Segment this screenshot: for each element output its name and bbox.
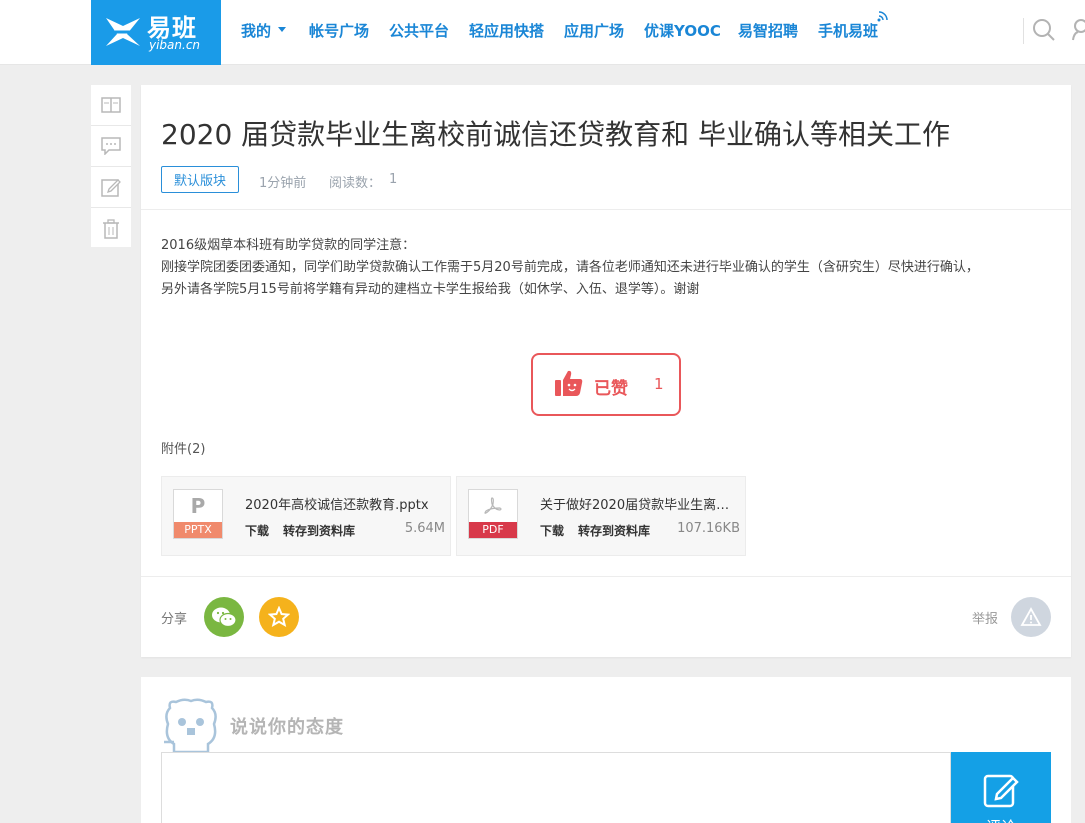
- signal-icon: [877, 11, 888, 22]
- divider: [141, 209, 1071, 210]
- comment-submit-button[interactable]: 评论: [951, 752, 1051, 823]
- file-size: 5.64M: [404, 521, 445, 536]
- search-icon[interactable]: [1032, 18, 1056, 42]
- article-card: 2020 届贷款毕业生离校前诚信还贷教育和 毕业确认等相关工作 默认版块 1分钟…: [141, 85, 1071, 657]
- star-icon: [268, 606, 290, 628]
- share-label: 分享: [161, 612, 188, 627]
- read-count-label: 阅读数：: [329, 176, 382, 191]
- nav-item-light-app[interactable]: 轻应用快搭: [469, 20, 544, 41]
- nav-item-yooc[interactable]: 优课YOOC: [644, 20, 721, 41]
- header-divider: [1023, 18, 1024, 44]
- nav-item-mobile-yiban[interactable]: 手机易班: [818, 20, 878, 41]
- like-button[interactable]: 已赞 1: [531, 353, 681, 416]
- attachments-label: 附件(2): [161, 442, 206, 457]
- comment-tool-button[interactable]: [91, 126, 131, 167]
- pdf-file-icon: PDF: [468, 489, 518, 539]
- trash-icon: [103, 218, 119, 239]
- divider: [141, 576, 1071, 577]
- logo-subtext: yiban.cn: [149, 38, 201, 52]
- like-label: 已赞: [594, 379, 628, 399]
- attachment-item: P PPTX 2020年高校诚信还款教育.pptx 下载 转存到资料库 5.64…: [161, 476, 451, 556]
- body-line: 2016级烟草本科班有助学贷款的同学注意：: [161, 238, 416, 253]
- article-title: 2020 届贷款毕业生离校前诚信还贷教育和 毕业确认等相关工作: [161, 118, 951, 151]
- report-label[interactable]: 举报: [972, 608, 998, 627]
- chevron-down-icon[interactable]: [278, 27, 286, 32]
- body-line: 另外请各学院5月15号前将学籍有异动的建档立卡学生报给我（如休学、入伍、退学等）…: [161, 282, 700, 297]
- body-line: 刚接学院团委团委通知，同学们助学贷款确认工作需于5月20号前完成，请各位老师通知…: [161, 260, 979, 275]
- nav-item-recruit[interactable]: 易智招聘: [738, 20, 798, 41]
- top-navigation-bar: 易班 yiban.cn 我的 帐号广场 公共平台 轻应用快搭 应用广场 优课YO…: [0, 0, 1085, 65]
- attachment-item: PDF 关于做好2020届贷款毕业生离校前诚信还贷教育和毕业确认等相关工作.pd…: [456, 476, 746, 556]
- download-link[interactable]: 下载: [245, 522, 269, 539]
- yiban-logo-icon: [106, 18, 140, 46]
- comment-card: 说说你的态度 评论: [141, 677, 1071, 823]
- comment-icon: [101, 137, 121, 155]
- read-count: 1: [389, 172, 398, 187]
- comment-prompt-title: 说说你的态度: [230, 717, 344, 738]
- delete-tool-button[interactable]: [91, 208, 131, 249]
- yiban-logo[interactable]: 易班 yiban.cn: [91, 0, 221, 65]
- download-link[interactable]: 下载: [540, 522, 564, 539]
- attachment-name[interactable]: 2020年高校诚信还款教育.pptx: [245, 494, 445, 513]
- user-icon[interactable]: [1071, 18, 1085, 42]
- comment-input[interactable]: [161, 752, 951, 823]
- catalog-button[interactable]: [91, 85, 131, 126]
- thumbs-up-icon: [555, 370, 583, 396]
- share-wechat-button[interactable]: [204, 597, 244, 637]
- like-count: 1: [654, 375, 664, 393]
- side-toolbar: [91, 85, 131, 247]
- report-button[interactable]: [1011, 597, 1051, 637]
- wechat-icon: [212, 607, 237, 628]
- mascot-icon: [164, 698, 217, 754]
- pptx-file-icon: P PPTX: [173, 489, 223, 539]
- attachment-name[interactable]: 关于做好2020届贷款毕业生离校前诚信还贷教育和毕业确认等相关工作.pdf: [540, 494, 740, 513]
- warning-icon: [1020, 607, 1042, 626]
- section-tag[interactable]: 默认版块: [161, 166, 239, 193]
- acrobat-icon: [484, 497, 502, 514]
- nav-item-public-platform[interactable]: 公共平台: [389, 20, 449, 41]
- edit-tool-button[interactable]: [91, 167, 131, 208]
- submit-label: 评论: [951, 816, 1051, 823]
- edit-icon: [983, 774, 1019, 808]
- save-to-library-link[interactable]: 转存到资料库: [283, 522, 355, 539]
- favorite-button[interactable]: [259, 597, 299, 637]
- post-time: 1分钟前: [259, 176, 307, 191]
- nav-item-mine[interactable]: 我的: [241, 20, 271, 41]
- book-icon: [101, 97, 121, 113]
- file-size: 107.16KB: [677, 521, 740, 536]
- nav-item-account-square[interactable]: 帐号广场: [309, 20, 369, 41]
- save-to-library-link[interactable]: 转存到资料库: [578, 522, 650, 539]
- nav-item-app-square[interactable]: 应用广场: [564, 20, 624, 41]
- article-body: 2016级烟草本科班有助学贷款的同学注意： 刚接学院团委团委通知，同学们助学贷款…: [161, 235, 1051, 301]
- edit-icon: [101, 179, 121, 197]
